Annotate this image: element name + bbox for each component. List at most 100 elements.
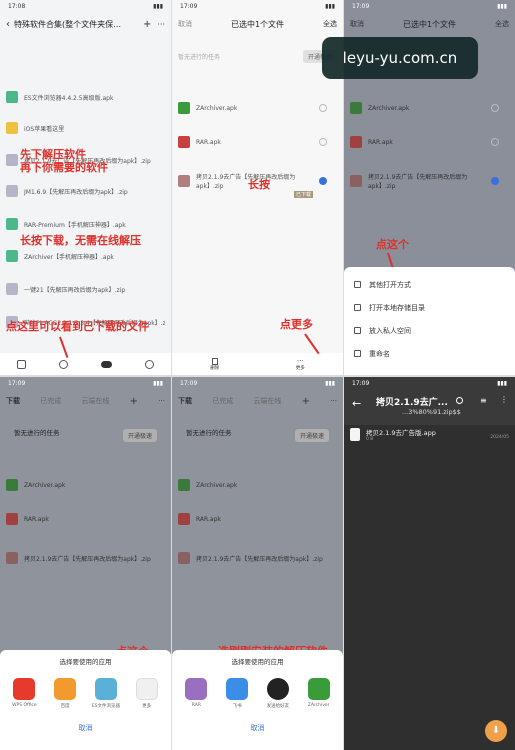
checkbox[interactable]: [319, 138, 327, 146]
more-icon: [135, 678, 158, 700]
cancel-button[interactable]: 取消: [172, 723, 343, 733]
app-zarchiver[interactable]: ZArchiver: [302, 678, 336, 709]
app-chooser-sheet: 选择要使用的应用 RAR 飞书 发送给好友 ZArchiver 取消: [172, 650, 343, 750]
status-time: 17:09: [352, 380, 370, 387]
lock-icon: [354, 327, 361, 334]
banner-text: 暂无进行的任务: [14, 429, 60, 437]
more-icon[interactable]: ···: [330, 397, 337, 405]
list-view-icon[interactable]: ≡: [480, 396, 487, 405]
search-icon[interactable]: [456, 397, 463, 404]
menu-rename[interactable]: 重命名: [344, 342, 515, 365]
profile-icon[interactable]: [145, 359, 155, 369]
more-button[interactable]: ··· 更多: [296, 357, 305, 371]
cloud-icon[interactable]: [101, 360, 113, 368]
banner-button[interactable]: 开通极速: [294, 429, 329, 442]
rar-icon: [185, 678, 208, 700]
app-rar[interactable]: RAR: [179, 678, 213, 709]
list-item[interactable]: ES文件浏览器4.4.2.5高级版.apk: [6, 87, 165, 107]
rar-icon: [6, 513, 18, 525]
list-item[interactable]: iOS苹果看这里: [6, 118, 165, 138]
signal-icon: ▮▮▮: [153, 3, 163, 10]
list-item[interactable]: RAR.apk: [178, 132, 337, 152]
zip-icon: [350, 175, 362, 187]
checkbox[interactable]: [491, 104, 499, 112]
list-item[interactable]: ZArchiver.apk: [178, 98, 337, 118]
tab-download[interactable]: 下载: [6, 396, 20, 406]
list-item-selected[interactable]: 拷贝2.1.9去广告【先解压再改后缀为apk】.zip: [350, 168, 509, 194]
file-name: RAR.apk: [24, 515, 49, 523]
select-all-button[interactable]: 全选: [323, 19, 337, 29]
overflow-menu-icon[interactable]: ⋮: [500, 395, 508, 404]
list-item[interactable]: ZArchiver【手机解压神器】.apk: [6, 246, 165, 266]
wps-icon: [13, 678, 36, 700]
cancel-button[interactable]: 取消: [350, 19, 364, 29]
back-arrow-icon[interactable]: ←: [352, 397, 361, 410]
list-item[interactable]: 拷贝2.1.9去广告【先解压再改后缀为apk】.zip: [6, 545, 165, 571]
list-item[interactable]: JM1.6.9【先解压再改后缀为apk】.zip: [6, 181, 165, 201]
banner-button[interactable]: 开通极速: [122, 429, 157, 442]
extract-fab[interactable]: ⬇: [485, 720, 507, 742]
app-feishu[interactable]: 飞书: [220, 678, 254, 709]
path-subtitle: ...3%80%91.zip$$: [402, 408, 461, 416]
file-name: 拷贝2.1.9去广告【先解压再改后缀为apk】.zip: [368, 174, 468, 190]
menu-private-space[interactable]: 放入私人空间: [344, 319, 515, 342]
note-more: 点更多: [280, 318, 313, 331]
menu-other-open[interactable]: 其他打开方式: [344, 273, 515, 296]
list-item[interactable]: ZArchiver.apk: [178, 475, 337, 495]
list-item[interactable]: RAR.apk: [6, 509, 165, 529]
signal-icon: ▮▮▮: [325, 380, 335, 387]
download-icon[interactable]: [58, 359, 68, 369]
tab-cloud[interactable]: 云端在线: [81, 396, 109, 406]
back-icon[interactable]: ‹: [6, 19, 10, 30]
list-item[interactable]: RAR-Premium【手机解压神器】.apk: [6, 214, 165, 234]
tab-done[interactable]: 已完成: [212, 396, 233, 406]
cancel-button[interactable]: 取消: [178, 19, 192, 29]
list-item[interactable]: RAR.apk: [350, 132, 509, 152]
checkbox-checked[interactable]: [319, 177, 327, 185]
page-title: 特殊软件合集(整个文件夹保…: [14, 19, 122, 29]
status-time: 17:09: [180, 3, 198, 10]
app-es[interactable]: ES文件浏览器: [89, 678, 123, 709]
cancel-button[interactable]: 取消: [0, 723, 171, 733]
checkbox[interactable]: [491, 138, 499, 146]
tab-done[interactable]: 已完成: [40, 396, 61, 406]
checkbox-checked[interactable]: [491, 177, 499, 185]
status-bar: 17:09 ▮▮▮: [172, 380, 343, 390]
list-item[interactable]: 拷贝2.1.9去广告【先解压再改后缀为apk】.zip: [178, 545, 337, 571]
apk-icon: [6, 218, 18, 230]
action-sheet: 其他打开方式 打开本地存储目录 放入私人空间 重命名: [344, 267, 515, 375]
list-item[interactable]: ZArchiver.apk: [6, 475, 165, 495]
delete-button[interactable]: 删除: [210, 357, 219, 371]
add-icon[interactable]: +: [130, 396, 138, 407]
zip-icon: [6, 154, 18, 166]
home-icon[interactable]: [16, 359, 26, 369]
more-icon[interactable]: ···: [157, 20, 165, 29]
panel-open-with-2: 17:09 ▮▮▮ 下载 已完成 云端在线 + ··· 暂无进行的任务 开通极速 …: [172, 377, 343, 750]
qq-icon: [266, 678, 289, 700]
banner-text: 暂无进行的任务: [178, 54, 221, 61]
sheet-title: 选择要使用的应用: [59, 658, 112, 666]
list-item[interactable]: 拷贝2.1.9去广告版.app 0 B 2024/05: [350, 423, 509, 445]
list-item[interactable]: RAR.apk: [178, 509, 337, 529]
add-icon[interactable]: +: [143, 19, 151, 30]
banner-text: 暂无进行的任务: [186, 429, 232, 437]
tab-download[interactable]: 下载: [178, 396, 192, 406]
status-bar: 17:09 ▮▮▮: [344, 380, 515, 390]
note-tap-this: 点这个: [376, 238, 409, 251]
menu-open-storage[interactable]: 打开本地存储目录: [344, 296, 515, 319]
app-qq[interactable]: 发送给好友: [261, 678, 295, 709]
rar-icon: [178, 136, 190, 148]
tab-bar: 下载 已完成 云端在线 + ···: [0, 391, 171, 411]
app-wps[interactable]: WPS Office: [7, 678, 41, 709]
app-baidu[interactable]: 百度: [48, 678, 82, 709]
select-all-button[interactable]: 全选: [495, 19, 509, 29]
zarchiver-icon: [307, 678, 330, 700]
app-more[interactable]: 更多: [130, 678, 164, 709]
add-icon[interactable]: +: [302, 396, 310, 407]
folder-icon: [6, 122, 18, 134]
checkbox[interactable]: [319, 104, 327, 112]
more-icon[interactable]: ···: [158, 397, 165, 405]
tab-cloud[interactable]: 云端在线: [253, 396, 281, 406]
list-item[interactable]: 一键21【先解压再改后缀为apk】.zip: [6, 279, 165, 299]
list-item[interactable]: ZArchiver.apk: [350, 98, 509, 118]
